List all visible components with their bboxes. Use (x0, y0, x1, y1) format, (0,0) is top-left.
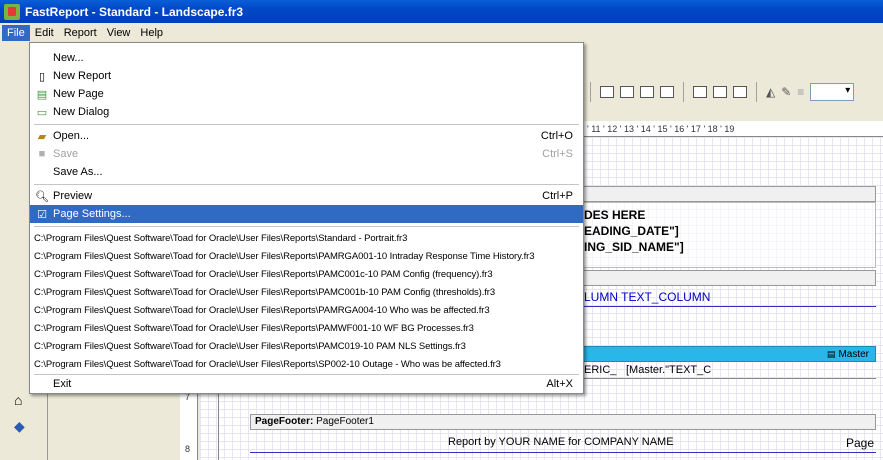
frame-none-button[interactable] (713, 86, 727, 98)
menu-edit[interactable]: Edit (30, 25, 59, 41)
menu-item-exit[interactable]: Exit Alt+X (30, 375, 583, 393)
footer-underline (250, 452, 876, 453)
menu-separator (34, 124, 579, 125)
recent-file-item[interactable]: C:\Program Files\Quest Software\Toad for… (30, 337, 583, 355)
footer-page-text[interactable]: Page (846, 436, 874, 450)
shadow-button[interactable] (733, 86, 747, 98)
file-menu-dropdown: New... ▯ New Report ▤ New Page ▭ New Dia… (29, 42, 584, 394)
recent-file-item[interactable]: C:\Program Files\Quest Software\Toad for… (30, 265, 583, 283)
insert-shape-icon[interactable]: ◆ (14, 418, 36, 440)
master-band-label: Master (838, 349, 869, 360)
toolbar-separator (590, 82, 591, 102)
frame-right-button[interactable] (660, 86, 674, 98)
master-band-icon: ▤ (826, 349, 836, 359)
frame-left-button[interactable] (640, 86, 654, 98)
master-field-b[interactable]: [Master."TEXT_C (626, 364, 711, 376)
menu-help[interactable]: Help (135, 25, 168, 41)
header-text-1[interactable]: DES HERE (584, 208, 645, 222)
new-dialog-icon: ▭ (36, 106, 48, 119)
toolbar-separator (683, 82, 684, 102)
blank-icon (34, 164, 50, 180)
recent-file-item[interactable]: C:\Program Files\Quest Software\Toad for… (30, 247, 583, 265)
footer-report-by-text[interactable]: Report by YOUR NAME for COMPANY NAME (448, 436, 674, 448)
menu-item-new-report[interactable]: ▯ New Report (30, 67, 583, 85)
toolbar-separator (756, 82, 757, 102)
page-footer-label: PageFooter: (255, 416, 314, 427)
frame-bottom-button[interactable] (620, 86, 634, 98)
header-text-2[interactable]: EADING_DATE"] (584, 224, 679, 238)
new-page-icon: ▤ (36, 88, 48, 101)
preview-magnifier-icon: 🔍︎ (35, 190, 49, 203)
menu-item-save-as[interactable]: Save As... (30, 163, 583, 181)
menu-report[interactable]: Report (59, 25, 102, 41)
recent-file-item[interactable]: C:\Program Files\Quest Software\Toad for… (30, 229, 583, 247)
recent-file-item[interactable]: C:\Program Files\Quest Software\Toad for… (30, 319, 583, 337)
page-footer-band[interactable]: PageFooter: PageFooter1 (250, 414, 876, 430)
insert-object-icon[interactable]: ⌂ (14, 392, 36, 414)
menu-item-open[interactable]: ▰ Open... Ctrl+O (30, 127, 583, 145)
menu-separator (34, 184, 579, 185)
menu-bar: File Edit Report View Help (0, 23, 883, 42)
line-width-combo[interactable] (810, 83, 855, 101)
column-header-text[interactable]: LUMN TEXT_COLUMN (584, 290, 710, 304)
menu-separator (34, 226, 579, 227)
line-color-icon[interactable]: ✎ (781, 85, 791, 99)
recent-file-item[interactable]: C:\Program Files\Quest Software\Toad for… (30, 283, 583, 301)
blank-icon (34, 376, 50, 392)
fastreport-app-icon (4, 3, 20, 20)
fill-color-icon[interactable]: ◭ (766, 85, 775, 99)
line-style-icon[interactable]: ≡ (797, 85, 804, 99)
menu-item-preview[interactable]: 🔍︎ Preview Ctrl+P (30, 187, 583, 205)
horizontal-ruler: ' 11 ' 12 ' 13 ' 14 ' 15 ' 16 ' 17 ' 18 … (583, 121, 883, 137)
save-disk-icon: ■ (38, 148, 46, 160)
menu-view[interactable]: View (102, 25, 136, 41)
menu-file[interactable]: File (2, 24, 30, 41)
page-footer-name: PageFooter1 (316, 416, 374, 427)
page-settings-icon: ☑ (37, 208, 47, 221)
vruler-mark-8: 8 (185, 444, 191, 454)
new-document-icon: ▯ (38, 70, 46, 83)
frame-all-button[interactable] (693, 86, 707, 98)
window-title: FastReport - Standard - Landscape.fr3 (25, 4, 244, 19)
recent-file-item[interactable]: C:\Program Files\Quest Software\Toad for… (30, 355, 583, 373)
title-bar: FastReport - Standard - Landscape.fr3 (0, 0, 883, 23)
menu-item-new[interactable]: New... (30, 49, 583, 67)
menu-item-new-dialog[interactable]: ▭ New Dialog (30, 103, 583, 121)
menu-item-new-page[interactable]: ▤ New Page (30, 85, 583, 103)
open-folder-icon: ▰ (37, 130, 47, 143)
frame-top-button[interactable] (600, 86, 614, 98)
blank-icon (34, 50, 50, 66)
formatting-toolbar: ◭ ✎ ≡ (583, 75, 883, 109)
header-text-3[interactable]: ING_SID_NAME"] (584, 240, 684, 254)
menu-item-save[interactable]: ■ Save Ctrl+S (30, 145, 583, 163)
recent-file-item[interactable]: C:\Program Files\Quest Software\Toad for… (30, 301, 583, 319)
menu-item-page-settings[interactable]: ☑ Page Settings... (30, 205, 583, 223)
master-field-a[interactable]: ERIC_ (584, 364, 616, 376)
